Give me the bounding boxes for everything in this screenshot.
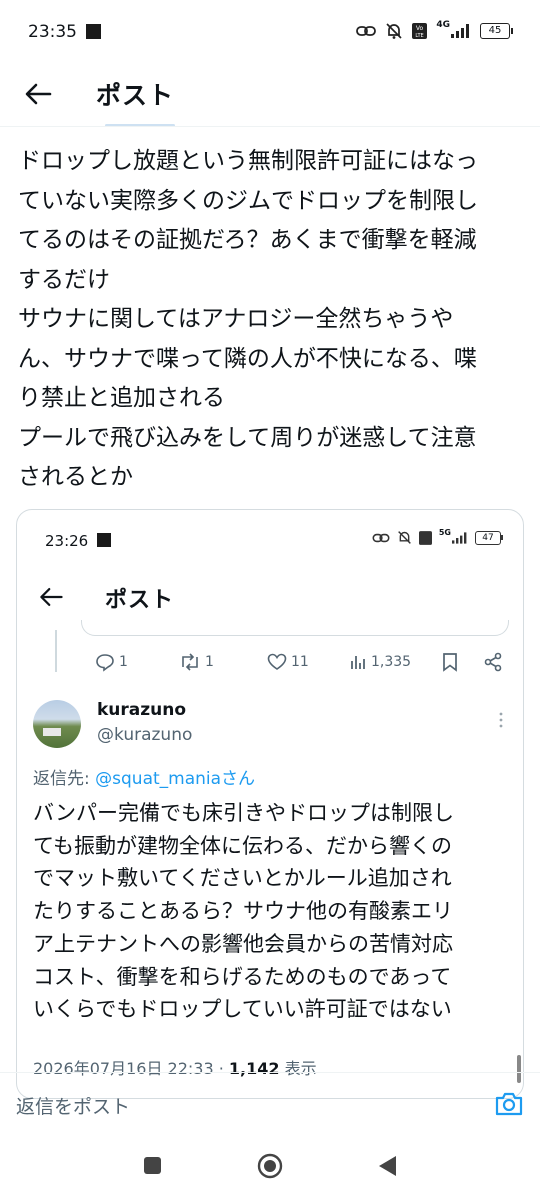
header-divider	[0, 126, 540, 127]
bookmark-icon	[443, 653, 457, 672]
post-view-count: 1,142	[228, 1059, 280, 1078]
reply-action: 1	[95, 652, 179, 672]
reply-to-suffix: さん	[221, 769, 256, 789]
post-image[interactable]: 23:26 5G 47 ポスト 1 1 11 1,335 kurazuno @k…	[16, 509, 524, 1099]
volte-icon: VoLTE	[412, 23, 428, 39]
thread-line	[55, 630, 57, 672]
home-button[interactable]	[257, 1153, 283, 1179]
action-bar: 1 1 11 1,335	[95, 650, 515, 674]
status-icons: Vo LTE 4G 45	[356, 19, 513, 40]
reply-to-mention: @squat_mania	[95, 769, 222, 789]
status-time: 23:35	[28, 22, 77, 42]
views-count: 1,335	[371, 654, 412, 670]
reply-divider	[0, 1072, 540, 1073]
reply-to-label: 返信先: @squat_maniaさん	[33, 764, 255, 789]
top-app-bar: ポスト	[0, 64, 540, 124]
share-icon	[484, 652, 502, 672]
post-text-content: ドロップし放題という無制限許可証にはなっ ていない実際多くのジムでドロップを制限…	[18, 148, 478, 490]
embedded-post-text: バンパー完備でも床引きやドロップは制限し ても振動が建物全体に伝わる、だから響く…	[33, 801, 455, 1022]
reply-input[interactable]: 返信をポスト	[16, 1092, 130, 1119]
svg-text:LTE: LTE	[416, 33, 424, 39]
views-icon	[351, 656, 365, 669]
network-type: 4G	[436, 19, 450, 30]
embedded-signal-icon	[452, 531, 467, 544]
mute-bell-icon	[386, 23, 402, 39]
user-handle: @kurazuno	[97, 725, 193, 745]
post-text: ドロップし放題という無制限許可証にはなっ ていない実際多くのジムでドロップを制限…	[18, 142, 526, 498]
like-count: 11	[291, 654, 309, 670]
repost-action: 1	[179, 653, 267, 671]
like-action: 11	[267, 653, 349, 671]
battery-icon: 45	[480, 23, 513, 39]
camera-icon[interactable]	[494, 1090, 524, 1118]
embedded-post-meta: 2026年07月16日 22:33 · 1,142 表示	[33, 1055, 317, 1079]
system-back-button[interactable]	[376, 1154, 398, 1178]
svg-text:Vo: Vo	[416, 25, 424, 32]
signal-icon	[451, 24, 469, 38]
post-view-label: 表示	[279, 1059, 317, 1078]
repost-icon	[182, 653, 198, 671]
embedded-page-title: ポスト	[105, 588, 175, 613]
system-nav-bar	[0, 1130, 540, 1199]
status-bar: 23:35 Vo LTE 4G 45	[0, 0, 540, 64]
user-name: kurazuno	[97, 700, 187, 720]
reply-icon	[96, 654, 114, 672]
notification-icon	[86, 24, 101, 39]
more-icon	[499, 712, 503, 728]
embedded-volte-icon	[418, 530, 432, 545]
reply-to-prefix: 返信先:	[33, 769, 96, 789]
repost-count: 1	[205, 654, 214, 670]
embedded-scrollbar	[517, 1055, 521, 1083]
embedded-notification-icon	[97, 533, 111, 547]
views-action: 1,335	[349, 653, 441, 671]
recents-button[interactable]	[144, 1157, 161, 1174]
link-icon	[356, 26, 377, 36]
embedded-battery-icon: 47	[475, 530, 503, 545]
post-date: 2026年07月16日 22:33 ·	[33, 1059, 229, 1078]
embedded-status-time: 23:26	[45, 532, 89, 550]
embedded-back-arrow-icon	[40, 587, 63, 607]
embedded-link-icon	[372, 533, 390, 542]
avatar	[33, 700, 81, 748]
embedded-status-icons: 5G 47	[372, 528, 503, 545]
previous-content-edge	[105, 118, 175, 130]
embedded-network-type: 5G	[438, 528, 451, 537]
quoted-card-edge	[81, 620, 509, 636]
reply-count: 1	[119, 654, 128, 670]
page-title: ポスト	[96, 81, 175, 110]
back-arrow-icon[interactable]	[22, 78, 54, 110]
embedded-mute-bell-icon	[398, 531, 411, 544]
like-icon	[267, 653, 287, 670]
